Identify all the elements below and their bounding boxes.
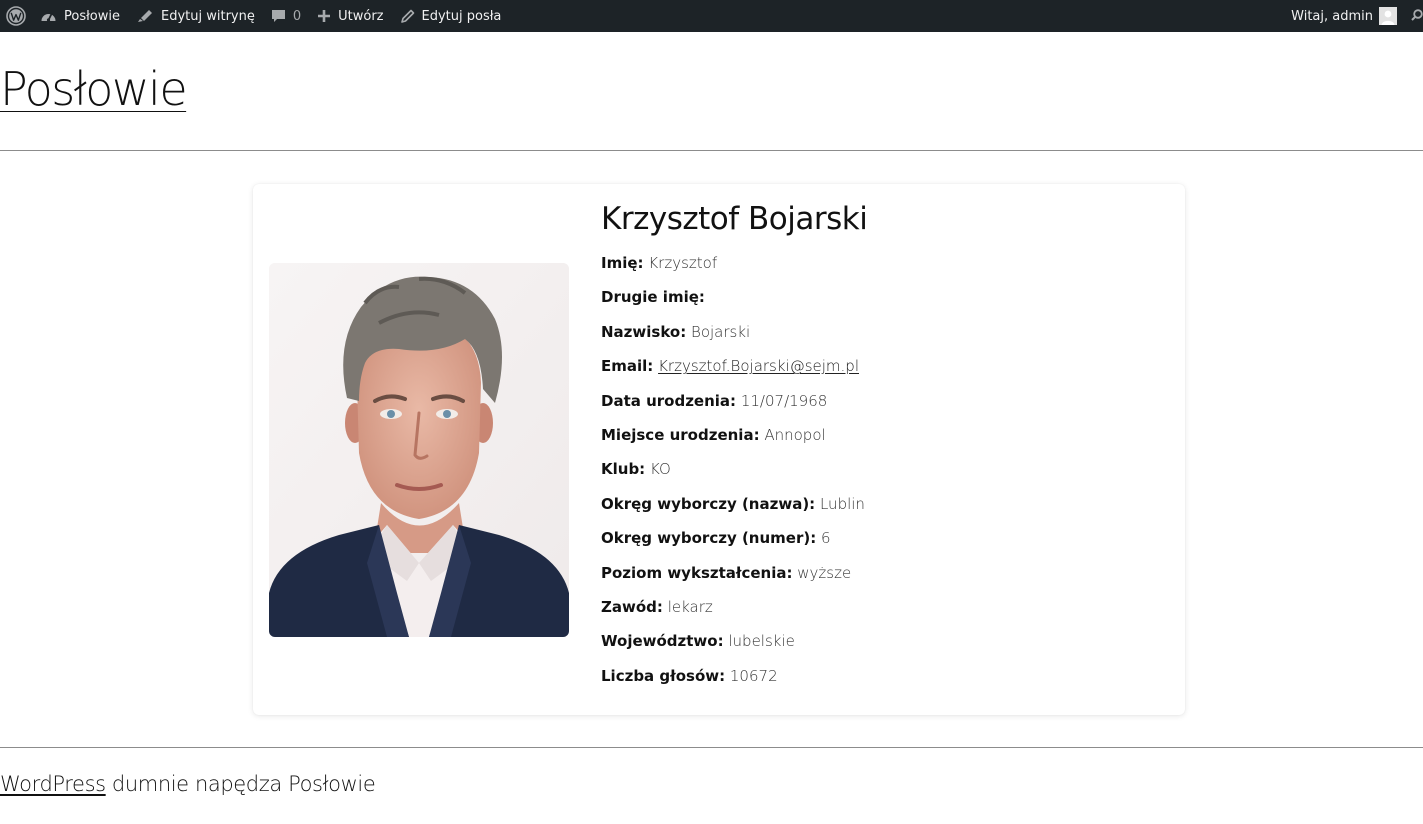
field-value: 11/07/1968	[740, 391, 828, 410]
field-birth-place: Miejsce urodzenia: Annopol	[601, 424, 1161, 458]
profile-details: Krzysztof Bojarski Imię: Krzysztof Drugi…	[601, 200, 1161, 699]
field-label: Klub:	[601, 460, 646, 479]
field-label: Drugie imię:	[601, 288, 705, 307]
field-votes: Liczba głosów: 10672	[601, 665, 1161, 699]
dashboard-icon	[40, 9, 57, 24]
field-value: 10672	[729, 666, 778, 685]
field-value: wyższe	[797, 563, 852, 582]
admin-bar: Posłowie Edytuj witrynę 0 Utwórz Edytuj …	[0, 0, 1423, 32]
field-birth-date: Data urodzenia: 11/07/1968	[601, 390, 1161, 424]
person-name: Krzysztof Bojarski	[601, 201, 868, 237]
field-label: Data urodzenia:	[601, 391, 737, 410]
user-avatar-icon	[1379, 7, 1397, 25]
field-label: Okręg wyborczy (nazwa):	[601, 494, 816, 513]
field-value: Bojarski	[691, 322, 751, 341]
admin-bar-left: Posłowie Edytuj witrynę 0 Utwórz Edytuj …	[0, 0, 509, 32]
email-link[interactable]: Krzysztof.Bojarski@sejm.pl	[658, 357, 859, 375]
footer-text: dumnie napędza Posłowie	[105, 772, 376, 796]
header-divider	[0, 150, 1423, 151]
field-profession: Zawód: lekarz	[601, 596, 1161, 630]
site-name-menu[interactable]: Posłowie	[32, 0, 128, 32]
field-value: Annopol	[764, 425, 826, 444]
profile-photo	[269, 263, 569, 637]
field-district-number: Okręg wyborczy (numer): 6	[601, 527, 1161, 561]
field-middle-name: Drugie imię:	[601, 286, 1161, 320]
field-education: Poziom wykształcenia: wyższe	[601, 562, 1161, 596]
my-account-menu[interactable]: Witaj, admin	[1283, 0, 1401, 32]
field-first-name: Imię: Krzysztof	[601, 252, 1161, 286]
site-title-link[interactable]: Posłowie	[0, 62, 188, 116]
field-value: lekarz	[667, 597, 713, 616]
field-value: KO	[649, 460, 671, 479]
edit-site-label: Edytuj witrynę	[161, 8, 255, 24]
comment-icon	[271, 9, 286, 24]
field-label: Nazwisko:	[601, 322, 687, 341]
field-email: Email: Krzysztof.Bojarski@sejm.pl	[601, 355, 1161, 389]
footer-divider	[0, 747, 1423, 748]
wordpress-link[interactable]: WordPress	[0, 772, 106, 796]
field-label: Okręg wyborczy (numer):	[601, 529, 817, 548]
field-label: Imię:	[601, 254, 644, 272]
edit-site-menu[interactable]: Edytuj witrynę	[128, 0, 263, 32]
field-label: Email:	[601, 357, 654, 376]
site-name-label: Posłowie	[64, 8, 120, 24]
field-label: Miejsce urodzenia:	[601, 425, 760, 444]
field-last-name: Nazwisko: Bojarski	[601, 321, 1161, 355]
field-voivodeship: Województwo: lubelskie	[601, 630, 1161, 664]
plus-icon	[317, 9, 331, 23]
edit-post-menu[interactable]: Edytuj posła	[392, 0, 510, 32]
wordpress-logo-menu[interactable]	[0, 0, 32, 32]
edit-post-label: Edytuj posła	[421, 8, 502, 24]
field-value: 6	[821, 529, 831, 548]
field-label: Zawód:	[601, 597, 663, 616]
wordpress-logo-icon	[6, 6, 26, 26]
field-club: Klub: KO	[601, 458, 1161, 492]
field-value: Lublin	[819, 494, 865, 513]
field-district-name: Okręg wyborczy (nazwa): Lublin	[601, 493, 1161, 527]
search-icon	[1411, 9, 1423, 23]
greeting-label: Witaj, admin	[1291, 8, 1373, 24]
comments-count: 0	[292, 8, 302, 24]
field-label: Liczba głosów:	[601, 666, 726, 685]
field-label: Poziom wykształcenia:	[601, 563, 793, 582]
profile-card: Krzysztof Bojarski Imię: Krzysztof Drugi…	[253, 184, 1185, 715]
search-toggle[interactable]	[1401, 0, 1423, 32]
new-content-menu[interactable]: Utwórz	[309, 0, 391, 32]
field-value: lubelskie	[728, 632, 795, 651]
field-label: Województwo:	[601, 632, 724, 651]
comments-menu[interactable]: 0	[263, 0, 309, 32]
admin-bar-right: Witaj, admin	[1283, 0, 1423, 32]
pencil-icon	[400, 9, 415, 24]
new-content-label: Utwórz	[338, 8, 384, 24]
field-value: Krzysztof	[648, 254, 718, 272]
site-footer: WordPress dumnie napędza Posłowie	[0, 772, 376, 796]
customize-brush-icon	[136, 8, 154, 24]
